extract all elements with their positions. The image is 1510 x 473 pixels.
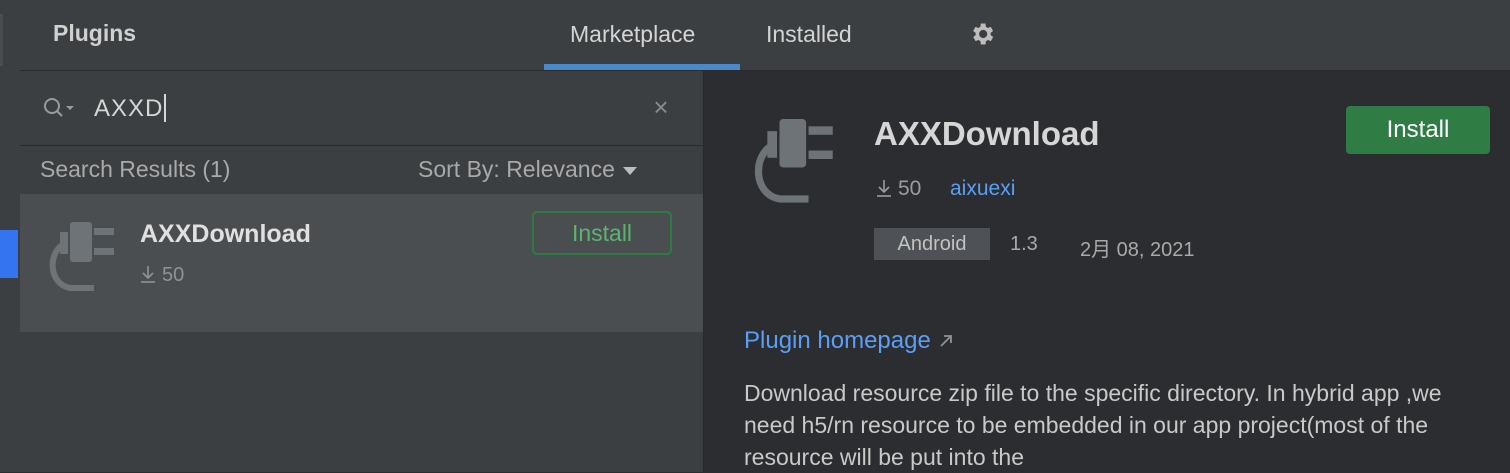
plugin-name: AXXDownload [140, 220, 311, 248]
tab-installed[interactable]: Installed [766, 21, 852, 48]
plugin-description: Download resource zip file to the specif… [744, 380, 1442, 470]
chevron-down-icon [622, 166, 637, 175]
sort-label: Sort By: Relevance [418, 156, 615, 182]
results-count: Search Results (1) [40, 156, 231, 182]
detail-plugin-name: AXXDownload [874, 115, 1100, 152]
external-link-icon [940, 335, 952, 347]
plugin-list-pane: × Search Results (1) Sort By: Relevance … [20, 71, 703, 472]
results-header: Search Results (1) Sort By: Relevance [20, 146, 703, 194]
list-item[interactable]: AXXDownload 50 Install [20, 194, 703, 332]
search-input[interactable] [92, 89, 616, 129]
text-caret [164, 94, 166, 122]
vendor-link[interactable]: aixuexi [950, 177, 1015, 201]
detail-install-button[interactable]: Install [1346, 106, 1490, 154]
homepage-label: Plugin homepage [744, 327, 931, 354]
plugin-plug-icon [49, 222, 114, 291]
tool-strip-item[interactable] [0, 14, 3, 66]
download-count-value: 50 [162, 264, 185, 286]
plugin-plug-icon [754, 119, 833, 203]
sort-dropdown[interactable]: Sort By: Relevance [418, 156, 637, 183]
download-icon [877, 180, 891, 197]
gear-icon[interactable] [968, 20, 996, 48]
detail-download-count: 50 [876, 177, 921, 201]
tag-badge[interactable]: Android [874, 228, 990, 260]
release-date: 2月 08, 2021 [1080, 239, 1195, 261]
search-bar: × [20, 71, 703, 146]
page-title: Plugins [53, 20, 137, 46]
clear-icon[interactable]: × [650, 94, 672, 120]
download-icon [141, 266, 155, 283]
plugins-header: Plugins Marketplace Installed [20, 0, 1510, 71]
download-count: 50 [140, 264, 184, 287]
detail-download-value: 50 [898, 177, 922, 200]
plugin-version: 1.3 [1010, 233, 1038, 255]
install-button[interactable]: Install [532, 211, 672, 255]
tab-marketplace[interactable]: Marketplace [570, 21, 695, 48]
search-icon[interactable] [42, 96, 76, 120]
plugin-detail-pane: AXXDownload Install 50 aixuexi Android 1… [704, 71, 1510, 472]
active-tab-indicator [544, 64, 740, 70]
plugin-homepage-link[interactable]: Plugin homepage [744, 327, 953, 355]
tool-strip-active-item[interactable] [0, 230, 18, 278]
left-tool-strip [0, 0, 21, 472]
